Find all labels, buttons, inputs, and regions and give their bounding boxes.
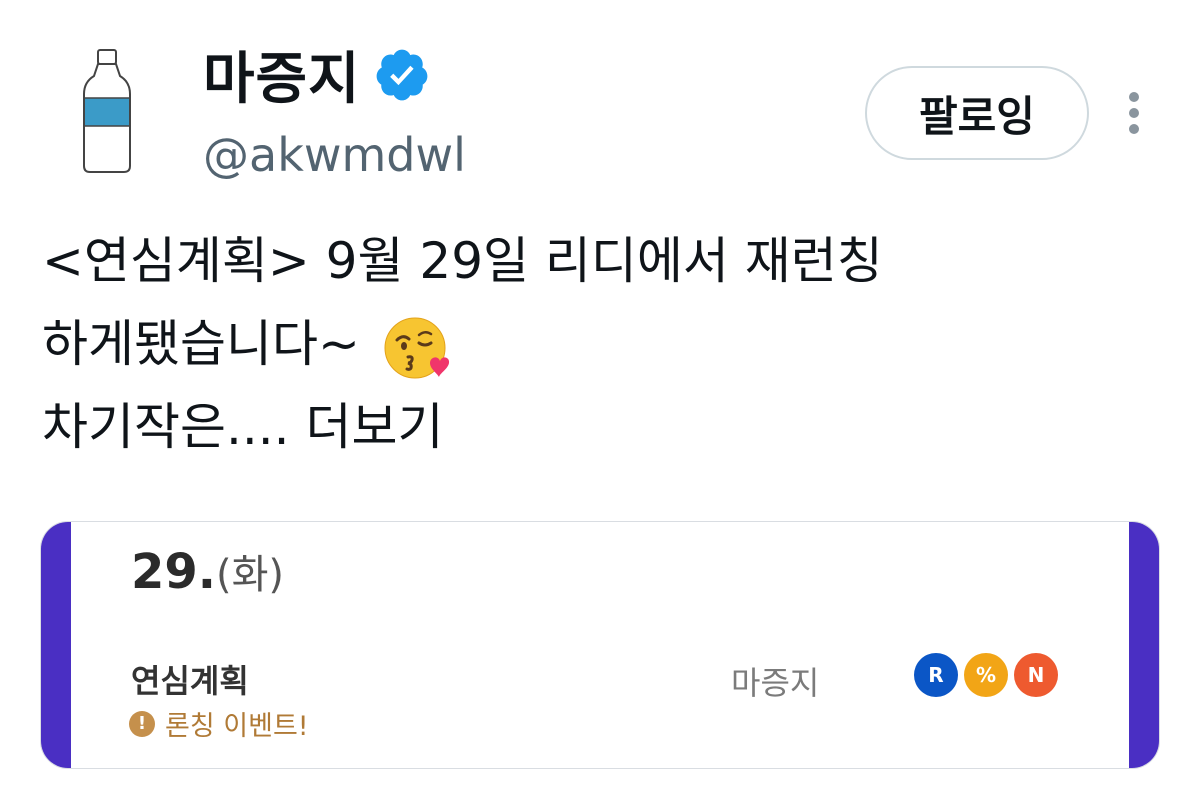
- card-accent-left: [41, 522, 71, 768]
- tweet-text: <연심계획> 9월 29일 리디에서 재런칭 하게됐습니다~ 차기작은.... …: [42, 220, 883, 469]
- platform-badge-percent: %: [964, 653, 1008, 697]
- tweet-line-1: <연심계획> 9월 29일 리디에서 재런칭: [42, 232, 883, 290]
- card-event: ! 론칭 이벤트!: [129, 704, 309, 743]
- card-event-label: 론칭 이벤트!: [165, 711, 309, 742]
- card-date: 29.(화): [131, 542, 284, 600]
- card-title: 연심계획: [131, 662, 249, 700]
- card-author: 마증지: [731, 664, 820, 702]
- tweet-line-3-text: 차기작은....: [42, 398, 290, 456]
- release-schedule-card[interactable]: 29.(화) 연심계획 ! 론칭 이벤트! 마증지 R % N: [40, 521, 1160, 769]
- water-bottle-icon[interactable]: [60, 48, 150, 178]
- profile-handle[interactable]: @akwmdwl: [203, 128, 466, 182]
- card-date-day: 29.: [131, 544, 217, 600]
- profile-name-row: 마증지: [203, 34, 431, 115]
- tweet-line-3: 차기작은.... 더보기: [42, 386, 883, 469]
- card-accent-right: [1129, 522, 1159, 768]
- following-button[interactable]: 팔로잉: [865, 66, 1089, 160]
- platform-badge-r: R: [914, 653, 958, 697]
- face-blowing-a-kiss-icon: [384, 317, 449, 378]
- verified-badge-icon: [376, 49, 427, 100]
- card-date-weekday: (화): [216, 552, 285, 598]
- profile-name[interactable]: 마증지: [203, 34, 361, 115]
- vertical-dots-icon[interactable]: [1124, 92, 1144, 142]
- card-platforms: R % N: [914, 653, 1058, 697]
- tweet-line-2-text: 하게됐습니다~: [42, 315, 360, 373]
- tweet-line-2: 하게됐습니다~: [42, 303, 883, 386]
- exclamation-circle-icon: !: [129, 710, 155, 737]
- show-more-link[interactable]: 더보기: [305, 398, 443, 456]
- platform-badge-n: N: [1014, 653, 1058, 697]
